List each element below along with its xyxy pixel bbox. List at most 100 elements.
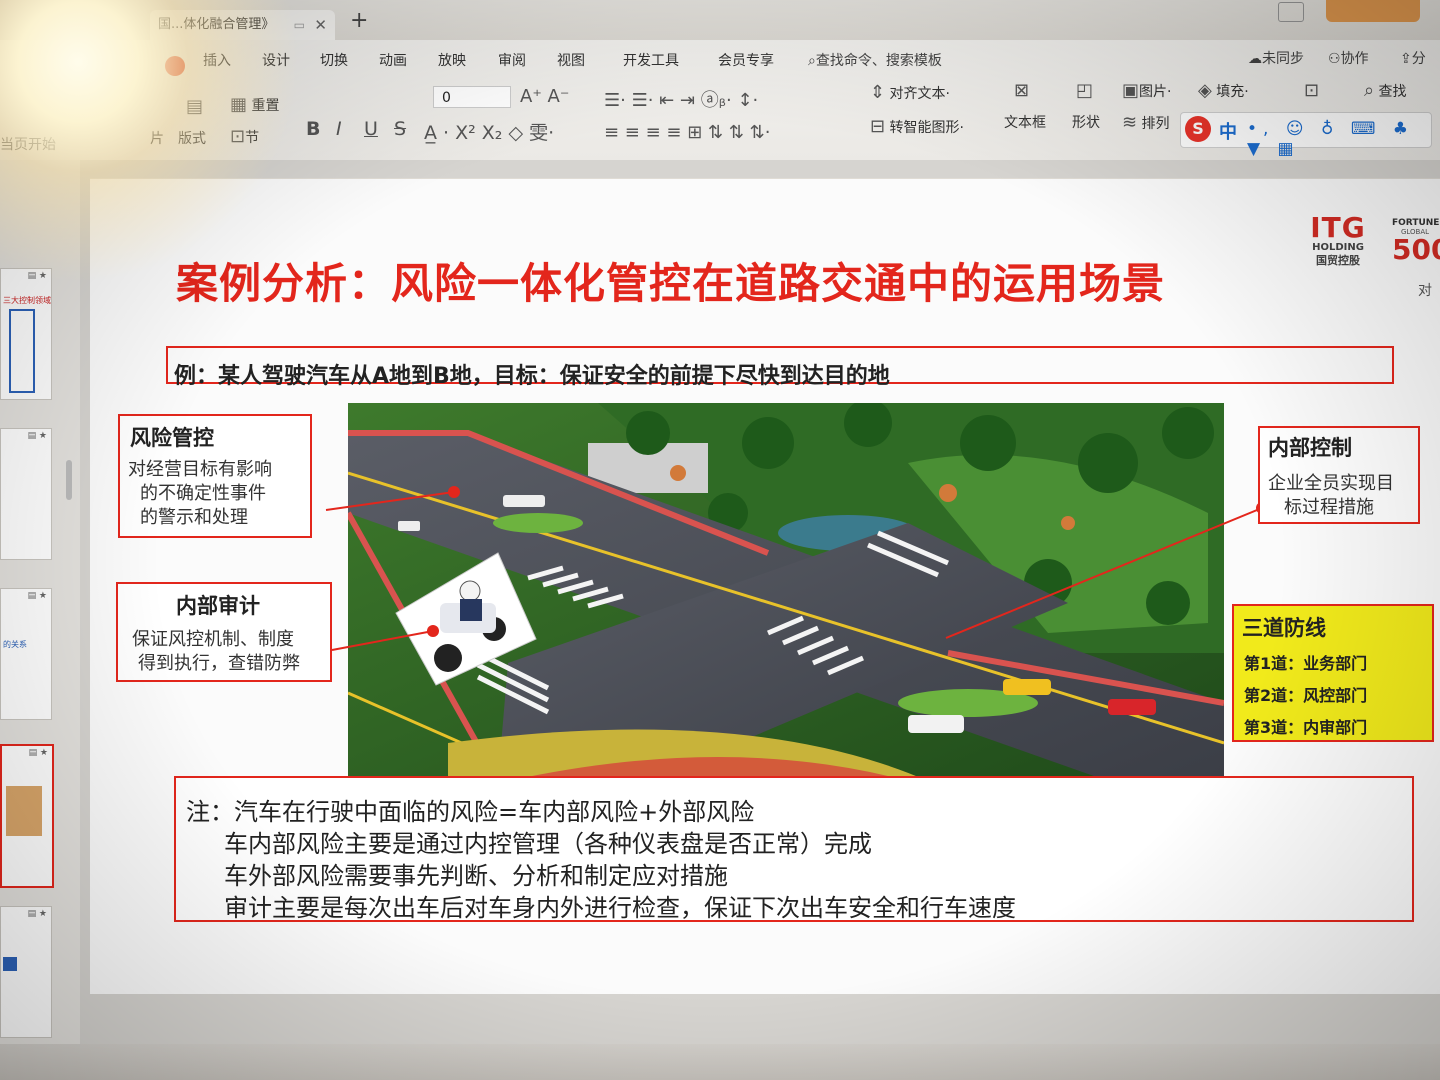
menu-developer[interactable]: 开发工具 [623, 50, 679, 70]
shape-button[interactable]: 形状 [1072, 112, 1100, 132]
slide-thumbnail-current[interactable]: ▤ ★ [0, 744, 54, 888]
note-line-4: 审计主要是每次出车后对车身内外进行检查，保证下次出车安全和行车速度 [224, 894, 1016, 922]
thumb-marker: ▤ ★ [28, 748, 48, 758]
internal-control-line-1: 企业全员实现目 [1268, 473, 1394, 494]
internal-audit-title: 内部审计 [176, 594, 260, 618]
arrange-button[interactable]: ≋ 排列 [1122, 112, 1170, 133]
pointer-dot-audit [427, 625, 439, 637]
slide-thumbnail[interactable]: ▤ ★ 的关系 [0, 588, 52, 720]
cloud-icon: ☁ [1248, 51, 1262, 67]
median-left [493, 513, 583, 533]
intersection-illustration[interactable] [348, 403, 1224, 781]
sync-status[interactable]: ☁未同步 [1248, 48, 1304, 68]
section-label: 节 [245, 130, 260, 146]
menu-animation[interactable]: 动画 [379, 50, 407, 70]
textbox-button[interactable]: 文本框 [1004, 112, 1046, 132]
reset-button[interactable]: ▦ 重置 [230, 94, 279, 115]
arrange-icon: ≋ [1122, 112, 1138, 133]
slide-thumbnail[interactable]: ▤ ★ [0, 906, 52, 1038]
thumb-marker: ▤ ★ [27, 431, 47, 441]
underline-button[interactable]: U [364, 118, 378, 140]
defense-line-3: 第3道：内审部门 [1244, 718, 1368, 737]
ime-toolbar[interactable]: S 中 •, ☺ ♁ ⌨ ♣ ▼ ▦ [1180, 112, 1432, 159]
menu-view[interactable]: 视图 [557, 50, 585, 70]
close-icon[interactable]: ✕ [314, 10, 327, 40]
note-line-3: 车外部风险需要事先判断、分析和制定应对措施 [224, 862, 728, 890]
ime-tool-icons[interactable]: •, ☺ ♁ ⌨ ♣ ▼ ▦ [1247, 119, 1431, 159]
align-icons[interactable]: ≡ ≡ ≡ ≡ ⊞ ⇅ ⇅ ⇅· [604, 122, 770, 143]
italic-button[interactable]: I [336, 118, 342, 140]
defense-line-2: 第2道：风控部门 [1244, 686, 1368, 705]
fill-button[interactable]: ◈ 填充· [1198, 80, 1249, 101]
logo-sub-text: HOLDING [1312, 242, 1364, 253]
car-small [398, 521, 420, 531]
search-icon: ⌕ [808, 53, 816, 69]
layout-icon[interactable]: ▤ [186, 96, 203, 117]
defense-line-1: 第1道：业务部门 [1244, 654, 1368, 673]
smartart-button[interactable]: ⊟ 转智能图形· [870, 116, 964, 137]
thumb-marker: ▤ ★ [27, 591, 47, 601]
strike-button[interactable]: S [394, 118, 406, 140]
home-cut-label: 当页开始 [0, 137, 56, 153]
reset-icon: ▦ [230, 94, 248, 115]
account-badge[interactable] [1326, 0, 1420, 22]
menu-slideshow[interactable]: 放映 [438, 50, 466, 70]
ribbon: 插入 设计 切换 动画 放映 审阅 视图 开发工具 会员专享 ⌕查找命令、搜索模… [0, 40, 1440, 161]
font-size-select[interactable]: 0 [433, 86, 511, 108]
fortune-top-text: FORTUNE [1392, 218, 1440, 228]
internal-control-line-2: 标过程措施 [1284, 497, 1374, 518]
defense-title: 三道防线 [1242, 616, 1326, 640]
find-icon: ⌕ [1364, 80, 1375, 101]
document-tab[interactable]: 国...体化融合管理》 ▭ ✕ [150, 10, 335, 40]
grow-font-icon[interactable]: A⁺ A⁻ [520, 86, 569, 107]
bold-button[interactable]: B [306, 118, 320, 140]
ime-logo: S [1185, 116, 1211, 142]
thumb-marker: ▤ ★ [27, 271, 47, 281]
menu-review[interactable]: 审阅 [498, 50, 526, 70]
picture-button[interactable]: ▣图片· [1122, 80, 1171, 101]
new-tab-button[interactable]: + [350, 8, 368, 33]
thumb-image [6, 786, 42, 836]
sync-label: 未同步 [1262, 51, 1304, 67]
fortune-500-logo: FORTUNE GLOBAL 500 [1392, 218, 1440, 264]
pointer-dot-risk [448, 486, 460, 498]
slide-thumbnail[interactable]: ▤ ★ 三大控制领域 [0, 268, 52, 400]
menu-transition[interactable]: 切换 [320, 50, 348, 70]
picture-icon: ▣ [1122, 80, 1140, 101]
car-yellow [1003, 679, 1051, 695]
font-color-icon[interactable]: A̲ · X² X₂ ◇ 雯· [424, 118, 554, 145]
menu-insert[interactable]: 插入 [203, 50, 231, 70]
command-search[interactable]: ⌕查找命令、搜索模板 [808, 50, 942, 70]
share-button[interactable]: ⇪分 [1400, 48, 1426, 68]
menu-design[interactable]: 设计 [262, 50, 290, 70]
slide-thumbnail[interactable]: ▤ ★ [0, 428, 52, 560]
new-slide-button[interactable]: 片 [150, 128, 164, 148]
internal-audit-line-1: 保证风控机制、制度 [132, 629, 294, 650]
smartart-icon: ⊟ [870, 116, 886, 137]
collab-button[interactable]: ⚇协作 [1328, 48, 1369, 68]
section-button[interactable]: ⊡节 [230, 126, 259, 147]
ime-language[interactable]: 中 [1219, 118, 1237, 144]
align-text-button[interactable]: ⇕ 对齐文本· [870, 82, 950, 103]
textbox-icon[interactable]: ⊠ [1014, 80, 1029, 101]
find-label: 查找 [1378, 84, 1407, 100]
slide-title[interactable]: 案例分析：风险一体化管控在道路交通中的运用场景 [176, 250, 1165, 311]
picture-label: 图片 [1139, 84, 1168, 100]
find-button[interactable]: ⌕ 查找 [1364, 80, 1407, 101]
list-icons[interactable]: ☰· ☰· ⇤ ⇥ ⓐᵦ· ↕· [604, 86, 758, 112]
note-line-2: 车内部风险主要是通过内控管理（各种仪表盘是否正常）完成 [224, 830, 872, 858]
cut-off-text: 对 [1418, 283, 1432, 299]
present-icon[interactable]: ⊡ [1304, 80, 1319, 101]
thumb-marker: ▤ ★ [27, 909, 47, 919]
layout-button[interactable]: 版式 [178, 128, 206, 148]
align-text-label: 对齐文本 [889, 86, 946, 102]
window-icon[interactable] [1278, 2, 1304, 22]
shape-icon[interactable]: ◰ [1076, 80, 1093, 101]
arrange-label: 排列 [1141, 116, 1170, 132]
share-icon[interactable]: ▭ [294, 10, 305, 40]
menu-member[interactable]: 会员专享 [718, 50, 774, 70]
menu-bar: 插入 设计 切换 动画 放映 审阅 视图 开发工具 会员专享 ⌕查找命令、搜索模… [0, 46, 1440, 74]
user-icon: ⚇ [1328, 51, 1341, 67]
thumbnail-scrollbar[interactable] [66, 460, 72, 500]
thumb-shape [3, 957, 17, 971]
